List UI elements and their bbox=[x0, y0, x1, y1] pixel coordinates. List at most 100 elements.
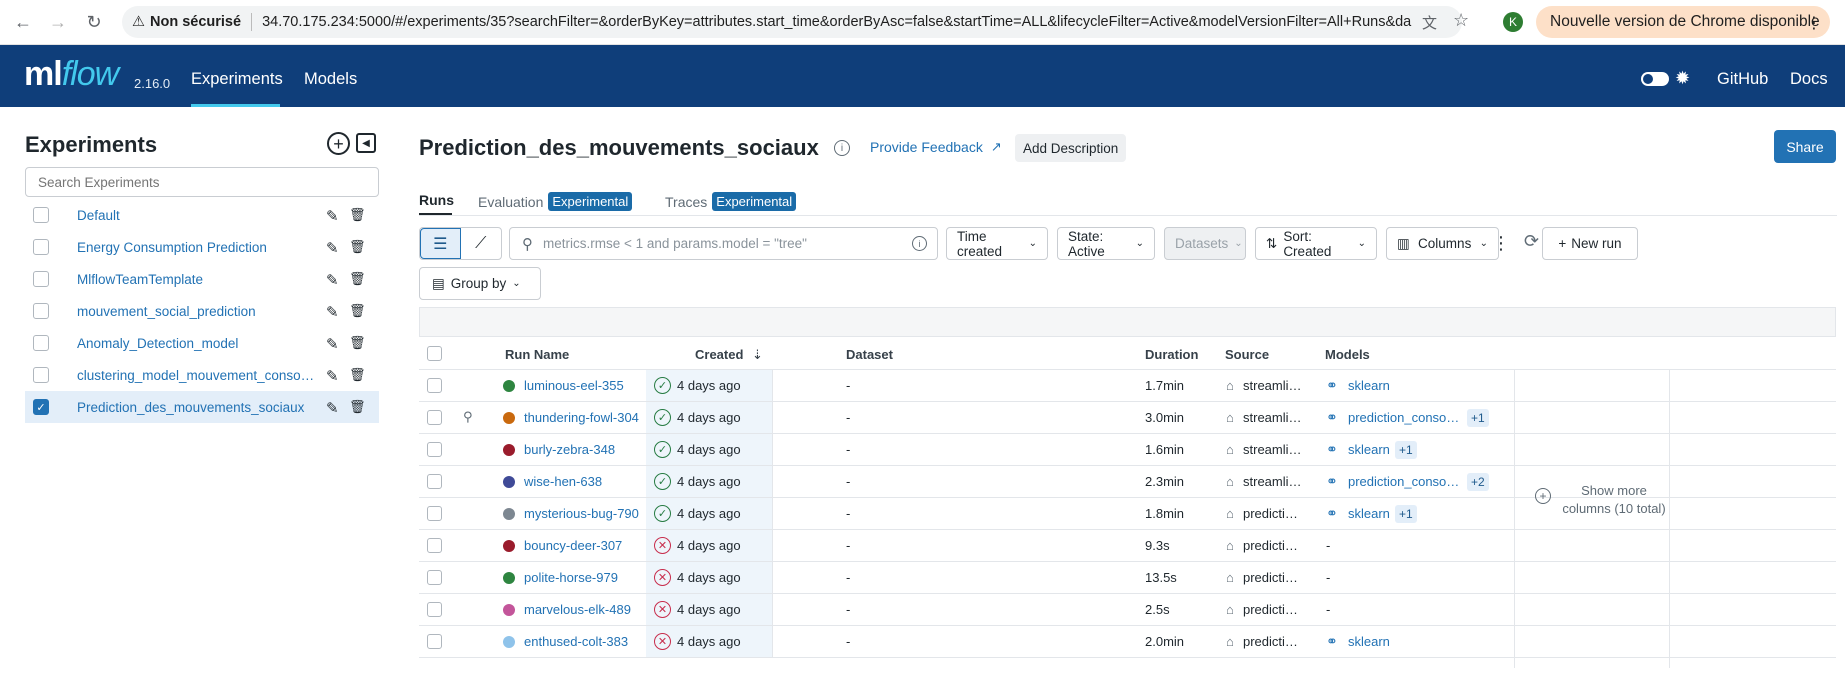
security-indicator[interactable]: ⚠ Non sécurisé bbox=[132, 14, 241, 30]
run-name-link[interactable]: bouncy-deer-307 bbox=[524, 538, 622, 553]
run-color-dot[interactable] bbox=[503, 540, 515, 552]
trash-icon[interactable]: 🗑 bbox=[349, 239, 366, 255]
experiment-name[interactable]: MlflowTeamTemplate bbox=[77, 272, 317, 287]
run-name-link[interactable]: burly-zebra-348 bbox=[524, 442, 615, 457]
url-text[interactable]: 34.70.175.234:5000/#/experiments/35?sear… bbox=[262, 14, 1412, 30]
source-value[interactable]: prediction.py bbox=[1243, 602, 1303, 617]
chart-view-icon[interactable]: ⟋ bbox=[461, 228, 502, 259]
source-value[interactable]: prediction.py bbox=[1243, 506, 1303, 521]
source-value[interactable]: prediction.py bbox=[1243, 634, 1303, 649]
edit-pencil-icon[interactable]: ✎ bbox=[326, 207, 339, 225]
run-name-link[interactable]: enthused-colt-383 bbox=[524, 634, 628, 649]
row-checkbox[interactable] bbox=[427, 378, 442, 393]
tab-runs[interactable]: Runs bbox=[419, 192, 454, 208]
row-checkbox[interactable] bbox=[427, 634, 442, 649]
show-more-columns-panel[interactable]: + Show more columns (10 total) bbox=[1514, 370, 1670, 668]
docs-link[interactable]: Docs bbox=[1790, 70, 1828, 89]
col-created[interactable]: Created ⇣ bbox=[695, 347, 763, 363]
more-options-icon[interactable]: ⋮ bbox=[1492, 233, 1510, 254]
experiment-name[interactable]: Energy Consumption Prediction bbox=[77, 240, 317, 255]
source-value[interactable]: prediction.py bbox=[1243, 538, 1303, 553]
mlflow-logo[interactable]: mlflow bbox=[24, 55, 119, 94]
experiment-checkbox[interactable] bbox=[33, 239, 49, 255]
model-link[interactable]: sklearn bbox=[1348, 378, 1463, 393]
new-run-button[interactable]: + New run bbox=[1542, 227, 1638, 260]
collapse-sidebar-icon[interactable]: ◀ bbox=[356, 133, 376, 153]
experiment-checkbox[interactable] bbox=[33, 271, 49, 287]
reload-icon[interactable]: ↻ bbox=[83, 11, 105, 33]
experiment-item[interactable]: mouvement_social_prediction ✎ 🗑 bbox=[25, 295, 379, 327]
info-icon[interactable]: i bbox=[834, 140, 850, 156]
source-value[interactable]: streamlit_app.py bbox=[1243, 474, 1303, 489]
trash-icon[interactable]: 🗑 bbox=[349, 399, 366, 415]
datasets-dropdown[interactable]: Datasets ⌄ bbox=[1164, 227, 1246, 260]
model-link[interactable]: prediction_conso_model bbox=[1348, 410, 1463, 425]
experiment-checkbox[interactable] bbox=[33, 207, 49, 223]
experiment-checkbox[interactable] bbox=[33, 367, 49, 383]
col-run-name[interactable]: Run Name bbox=[505, 347, 569, 362]
sort-dropdown[interactable]: ⇅ Sort: Created ⌄ bbox=[1255, 227, 1377, 260]
col-models[interactable]: Models bbox=[1325, 347, 1370, 362]
experiment-item[interactable]: Default ✎ 🗑 bbox=[25, 199, 379, 231]
col-dataset[interactable]: Dataset bbox=[846, 347, 893, 362]
bookmark-star-icon[interactable]: ☆ bbox=[1453, 10, 1469, 31]
dark-mode-toggle[interactable] bbox=[1641, 72, 1669, 86]
trash-icon[interactable]: 🗑 bbox=[349, 367, 366, 383]
select-all-checkbox[interactable] bbox=[427, 346, 442, 361]
run-color-dot[interactable] bbox=[503, 412, 515, 424]
model-extra-badge[interactable]: +1 bbox=[1395, 441, 1417, 459]
edit-pencil-icon[interactable]: ✎ bbox=[326, 399, 339, 417]
run-color-dot[interactable] bbox=[503, 508, 515, 520]
col-source[interactable]: Source bbox=[1225, 347, 1269, 362]
experiment-name[interactable]: mouvement_social_prediction bbox=[77, 304, 317, 319]
trash-icon[interactable]: 🗑 bbox=[349, 271, 366, 287]
experiment-item[interactable]: ✓ Prediction_des_mouvements_sociaux ✎ 🗑 bbox=[25, 391, 379, 423]
row-checkbox[interactable] bbox=[427, 442, 442, 457]
experiment-checkbox[interactable]: ✓ bbox=[33, 399, 49, 415]
search-info-icon[interactable]: i bbox=[912, 236, 927, 251]
run-name-link[interactable]: polite-horse-979 bbox=[524, 570, 618, 585]
col-duration[interactable]: Duration bbox=[1145, 347, 1198, 362]
forward-icon[interactable]: → bbox=[47, 11, 69, 33]
experiment-checkbox[interactable] bbox=[33, 303, 49, 319]
run-color-dot[interactable] bbox=[503, 476, 515, 488]
back-icon[interactable]: ← bbox=[12, 11, 34, 33]
row-checkbox[interactable] bbox=[427, 474, 442, 489]
add-description-button[interactable]: Add Description bbox=[1015, 134, 1127, 162]
model-link[interactable]: prediction_conso_model bbox=[1348, 474, 1463, 489]
provide-feedback-link[interactable]: Provide Feedback ↗ bbox=[870, 139, 1002, 155]
model-extra-badge[interactable]: +1 bbox=[1395, 505, 1417, 523]
trash-icon[interactable]: 🗑 bbox=[349, 303, 366, 319]
show-more-columns-button[interactable]: + Show more columns (10 total) bbox=[1535, 482, 1669, 518]
experiment-name[interactable]: Prediction_des_mouvements_sociaux bbox=[77, 400, 317, 415]
pin-icon[interactable]: ⚲ bbox=[463, 409, 473, 425]
edit-pencil-icon[interactable]: ✎ bbox=[326, 271, 339, 289]
chrome-menu-icon[interactable]: ⋮ bbox=[1806, 13, 1822, 33]
sort-desc-icon[interactable]: ⇣ bbox=[752, 347, 763, 362]
experiment-item[interactable]: Anomaly_Detection_model ✎ 🗑 bbox=[25, 327, 379, 359]
experiment-checkbox[interactable] bbox=[33, 335, 49, 351]
share-button[interactable]: Share bbox=[1774, 130, 1836, 163]
state-dropdown[interactable]: State: Active ⌄ bbox=[1057, 227, 1155, 260]
run-color-dot[interactable] bbox=[503, 444, 515, 456]
run-name-link[interactable]: thundering-fowl-304 bbox=[524, 410, 639, 425]
tab-traces[interactable]: Traces Experimental bbox=[665, 192, 797, 211]
row-checkbox[interactable] bbox=[427, 506, 442, 521]
nav-models[interactable]: Models bbox=[304, 70, 357, 89]
translate-icon[interactable]: 文 bbox=[1422, 12, 1437, 33]
profile-avatar[interactable]: K bbox=[1503, 12, 1523, 32]
model-extra-badge[interactable]: +1 bbox=[1467, 409, 1489, 427]
search-experiments-input[interactable] bbox=[25, 167, 379, 197]
source-value[interactable]: streamlit_app.py bbox=[1243, 442, 1303, 457]
columns-dropdown[interactable]: ▥ Columns ⌄ bbox=[1386, 227, 1499, 260]
edit-pencil-icon[interactable]: ✎ bbox=[326, 239, 339, 257]
run-name-link[interactable]: marvelous-elk-489 bbox=[524, 602, 631, 617]
run-color-dot[interactable] bbox=[503, 572, 515, 584]
experiment-item[interactable]: MlflowTeamTemplate ✎ 🗑 bbox=[25, 263, 379, 295]
model-extra-badge[interactable]: +2 bbox=[1467, 473, 1489, 491]
row-checkbox[interactable] bbox=[427, 570, 442, 585]
run-name-link[interactable]: luminous-eel-355 bbox=[524, 378, 624, 393]
row-checkbox[interactable] bbox=[427, 602, 442, 617]
model-link[interactable]: sklearn bbox=[1348, 634, 1463, 649]
edit-pencil-icon[interactable]: ✎ bbox=[326, 367, 339, 385]
